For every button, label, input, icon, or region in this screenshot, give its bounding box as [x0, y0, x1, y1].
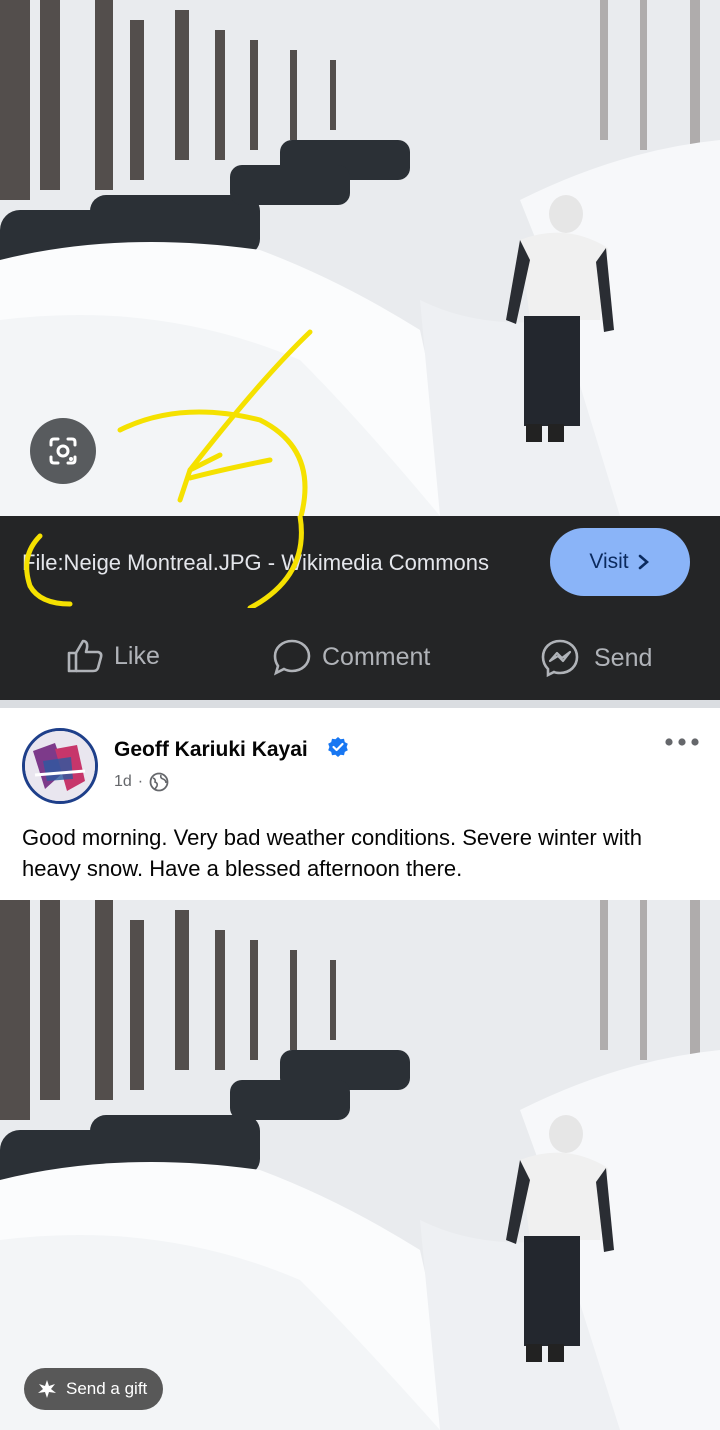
google-lens-button[interactable] — [30, 418, 96, 484]
google-lens-icon — [49, 437, 77, 465]
post-time[interactable]: 1d — [114, 773, 132, 791]
avatar-image — [25, 731, 95, 801]
comment-label: Comment — [322, 642, 431, 671]
send-gift-label: Send a gift — [66, 1379, 148, 1398]
gift-icon — [38, 1380, 56, 1398]
link-title[interactable]: File:Neige Montreal.JPG - Wikimedia Comm… — [22, 547, 492, 578]
meta-separator: · — [137, 773, 144, 790]
comment-button[interactable]: Comment — [272, 638, 430, 676]
shared-photo[interactable] — [0, 0, 720, 516]
visit-button[interactable]: Visit — [550, 528, 690, 596]
globe-icon — [149, 772, 169, 792]
feed-post: Geoff Kariuki Kayai 1d · Good morning. V… — [0, 708, 720, 900]
post-meta: 1d · — [114, 772, 169, 792]
send-label: Send — [594, 643, 653, 672]
more-options-icon[interactable] — [664, 736, 700, 748]
chevron-right-icon — [638, 554, 649, 570]
thumbs-up-icon — [67, 639, 103, 673]
send-gift-button[interactable]: Send a gift — [24, 1368, 164, 1410]
post-action-bar: Like Comment Send — [0, 608, 720, 700]
verified-badge-icon — [328, 737, 348, 757]
snow-street-image — [0, 900, 720, 1430]
visit-label: Visit — [589, 550, 629, 573]
like-label: Like — [114, 641, 160, 670]
comment-icon — [273, 639, 311, 676]
like-button[interactable]: Like — [66, 638, 160, 674]
post-photo[interactable] — [0, 900, 720, 1430]
post-text: Good morning. Very bad weather condition… — [22, 825, 642, 881]
link-preview-bar[interactable]: File:Neige Montreal.JPG - Wikimedia Comm… — [0, 516, 720, 608]
feed-divider — [0, 700, 720, 708]
avatar[interactable] — [22, 728, 98, 804]
snow-street-image — [0, 0, 720, 516]
send-button[interactable]: Send — [540, 638, 652, 678]
author-name[interactable]: Geoff Kariuki Kayai — [114, 738, 308, 762]
messenger-icon — [541, 639, 579, 678]
